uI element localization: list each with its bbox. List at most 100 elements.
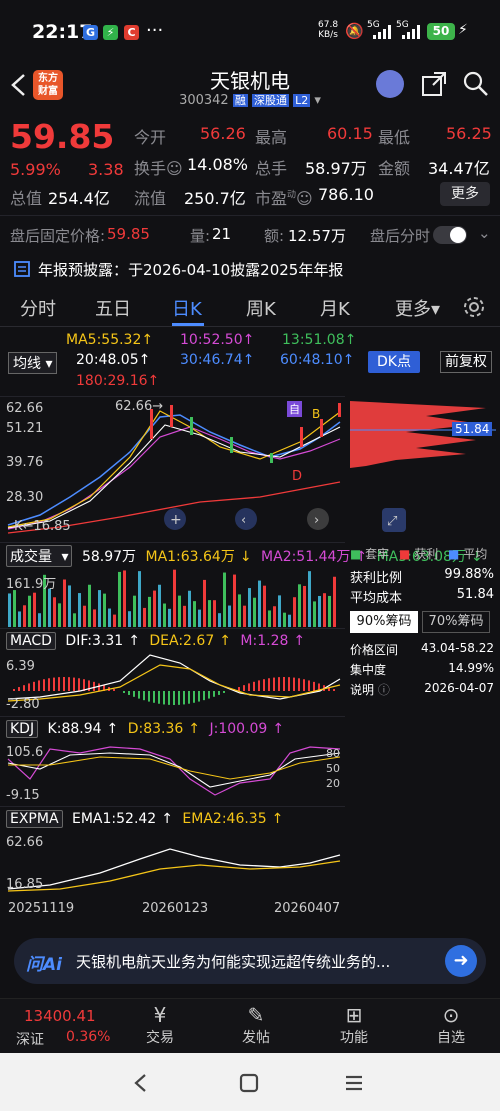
macd-bar [263, 679, 265, 691]
volume-bar [23, 605, 26, 627]
adjust-button[interactable]: 前复权 [440, 351, 492, 373]
concentration-row: 集中度 14.99% [350, 661, 494, 677]
macd-bar [188, 691, 190, 704]
volume-bar [38, 613, 41, 627]
macd-bar [113, 689, 115, 691]
volume-panel: 成交量 ▾ 58.97万 MA1:63.64万 ↓ MA2:51.44万 ↑ MA3… [0, 542, 483, 628]
stock-code: 300342 [179, 93, 229, 108]
volume-bar [28, 595, 31, 627]
volume-bar [8, 593, 11, 627]
macd-bar [133, 691, 135, 697]
macd-bar [303, 679, 305, 691]
macd-bar [148, 691, 150, 702]
tab-chips-90[interactable]: 90%筹码 [350, 611, 418, 633]
grid-icon: ⊞ [345, 1003, 363, 1027]
macd-label[interactable]: MACD [6, 632, 56, 650]
kdj-ref-20: 20 [326, 777, 340, 790]
volume-bar [98, 590, 101, 627]
volume-label[interactable]: 成交量 ▾ [6, 545, 73, 567]
vol-ma1: MA1:63.64万 ↓ [145, 549, 252, 565]
macd-bar [308, 680, 310, 691]
macd-bar [143, 691, 145, 701]
tab-chips-70[interactable]: 70%筹码 [422, 611, 490, 633]
sys-back-icon[interactable] [133, 1073, 149, 1093]
legend-trapped: 套牢 [365, 547, 390, 561]
nav-trade[interactable]: ¥ 交易 [130, 1003, 190, 1047]
tab-five-day[interactable]: 五日 [95, 295, 131, 321]
share-icon[interactable] [421, 71, 447, 97]
macd-bar [128, 691, 130, 695]
macd-bar [248, 683, 250, 691]
k-chart[interactable]: + ‹ › 62.66 51.21 39.76 28.30 62.66→ K←1… [0, 396, 345, 542]
macd-canvas [7, 654, 341, 705]
stock-header: 东方 财富 天银机电 300342 融 深股通 L2 ▾ [0, 60, 500, 115]
kdj-y-high: 105.6 [6, 745, 44, 760]
date-axis: 20251119 20260123 20260407 [0, 898, 345, 922]
sys-menu-icon[interactable] [344, 1073, 364, 1093]
ah-qty: 21 [212, 225, 232, 243]
tab-day-k[interactable]: 日K [172, 295, 202, 321]
tab-timeshare[interactable]: 分时 [20, 295, 56, 321]
ma60-value: 60:48.10↑ [280, 352, 355, 368]
macd-bar [78, 678, 80, 691]
collapse-chevron-icon[interactable]: ⌄ [478, 224, 491, 242]
nav-function[interactable]: ⊞ 功能 [324, 1003, 384, 1047]
volume-bar [233, 574, 236, 627]
k-min-label: K←16.85 [14, 519, 71, 534]
more-quote-button[interactable]: 更多 [440, 182, 490, 206]
volume-bar [208, 600, 211, 627]
ah-toggle[interactable] [433, 226, 467, 244]
low-value: 56.25 [446, 124, 492, 143]
kdj-j: J:100.09 ↑ [209, 721, 285, 737]
macd-bar [213, 691, 215, 697]
notice-bar[interactable]: 年报预披露：于2026-04-10披露2025年年报 [0, 251, 500, 287]
assistant-avatar-icon[interactable] [376, 70, 404, 98]
settings-gear-icon[interactable] [463, 296, 485, 318]
volume-bar [163, 603, 166, 627]
kdj-canvas [7, 746, 341, 796]
ma5-value: MA5:55.32↑ [66, 332, 154, 348]
chevron-down-icon[interactable]: ▾ [314, 93, 321, 108]
svg-text:‹: ‹ [241, 513, 246, 528]
active-tab-underline [172, 323, 204, 326]
macd-bar [293, 677, 295, 691]
kdj-ref-50: 50 [326, 762, 340, 775]
volume-bar [178, 595, 181, 627]
volume-bar [138, 571, 141, 627]
macd-bar [63, 677, 65, 691]
volume-bar [273, 606, 276, 627]
tab-month-k[interactable]: 月K [320, 295, 350, 321]
nav-watchlist[interactable]: ⊙ 自选 [421, 1003, 481, 1047]
macd-bar [168, 691, 170, 705]
charging-icon: ⚡ [458, 22, 468, 38]
k-max-label: 62.66→ [115, 399, 164, 414]
volume-bar [298, 584, 301, 627]
ai-go-arrow-icon[interactable]: ➜ [445, 945, 477, 977]
macd-bar [53, 677, 55, 691]
index-pct: 0.36% [66, 1029, 111, 1045]
legend-average: 平均 [463, 547, 488, 561]
volume-bar [133, 595, 136, 627]
expma-label[interactable]: EXPMA [6, 810, 63, 828]
tab-more[interactable]: 更多▾ [395, 295, 440, 321]
chip-distribution[interactable]: ⤢ 51.84 [346, 396, 500, 542]
back-arrow-icon[interactable] [8, 72, 28, 98]
ma30-value: 30:46.74↑ [180, 352, 255, 368]
macd-bar [48, 678, 50, 691]
ma-selector-button[interactable]: 均线 ▾ [8, 352, 58, 374]
battery-icon: 50 [427, 23, 455, 40]
ma13-value: 13:51.08↑ [282, 332, 357, 348]
macd-bar [13, 689, 15, 691]
eastmoney-logo[interactable]: 东方 财富 [33, 70, 63, 100]
ai-question-bar[interactable]: 问Ai 天银机电航天业务为何能实现远超传统业务的... ➜ [14, 938, 486, 984]
macd-bar [23, 685, 25, 691]
search-icon[interactable] [463, 71, 489, 97]
avg-price-tag: 51.84 [452, 422, 493, 436]
volume-bar [123, 570, 126, 627]
volume-bar [153, 590, 156, 627]
nav-post[interactable]: ✎ 发帖 [226, 1003, 286, 1047]
kdj-label[interactable]: KDJ [6, 720, 39, 738]
sys-home-icon[interactable] [239, 1073, 259, 1093]
dk-point-button[interactable]: DK点 [368, 351, 420, 373]
tab-week-k[interactable]: 周K [246, 295, 276, 321]
